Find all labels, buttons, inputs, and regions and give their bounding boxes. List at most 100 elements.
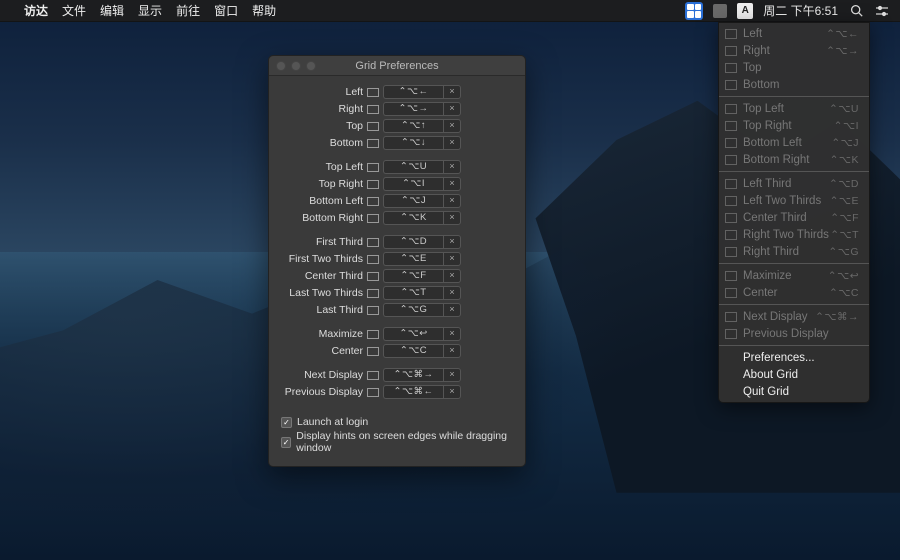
shortcut-input[interactable]: ⌃⌥F: [383, 269, 443, 283]
menu-help[interactable]: 帮助: [252, 2, 276, 19]
dropdown-item-label: Top Left: [743, 103, 829, 115]
dropdown-item-shortcut: ⌃⌥G: [828, 246, 859, 258]
text-input-indicator-icon[interactable]: A: [737, 3, 753, 19]
pref-row-label: Bottom Right: [279, 212, 367, 224]
pref-row-label: Bottom Left: [279, 195, 367, 207]
position-icon: [367, 88, 379, 97]
dropdown-item: Next Display⌃⌥⌘→: [719, 308, 869, 325]
pref-row: Last Third⌃⌥G×: [279, 302, 515, 318]
menu-file[interactable]: 文件: [62, 2, 86, 19]
pref-row: First Two Thirds⌃⌥E×: [279, 251, 515, 267]
pref-checkbox-row[interactable]: ✓Display hints on screen edges while dra…: [281, 430, 525, 454]
position-icon: [367, 371, 379, 380]
dropdown-item-shortcut: ⌃⌥U: [829, 103, 859, 115]
dropdown-item-label: Left: [743, 28, 826, 40]
dropdown-item: Center⌃⌥C: [719, 284, 869, 301]
pref-row: Last Two Thirds ⌃⌥T×: [279, 285, 515, 301]
shortcut-clear-button[interactable]: ×: [443, 303, 461, 317]
checkbox[interactable]: ✓: [281, 417, 292, 428]
pref-row: Bottom⌃⌥↓×: [279, 135, 515, 151]
pref-row-label: Last Two Thirds: [279, 287, 367, 299]
shortcut-input[interactable]: ⌃⌥E: [383, 252, 443, 266]
dropdown-item-shortcut: ⌃⌥E: [830, 195, 859, 207]
dropdown-item[interactable]: Preferences...: [719, 349, 869, 366]
pref-row: Next Display⌃⌥⌘→×: [279, 367, 515, 383]
window-titlebar[interactable]: Grid Preferences: [269, 56, 525, 76]
dropdown-item-label: Next Display: [743, 311, 815, 323]
pref-row-label: First Third: [279, 236, 367, 248]
dropdown-item-label: Left Third: [743, 178, 829, 190]
shortcut-input[interactable]: ⌃⌥K: [383, 211, 443, 225]
pref-row-label: Center: [279, 345, 367, 357]
clock[interactable]: 周二 下午6:51: [763, 2, 838, 19]
dropdown-item-label: Top: [743, 62, 859, 74]
shortcut-input[interactable]: ⌃⌥C: [383, 344, 443, 358]
menu-separator: [719, 345, 869, 346]
shortcut-input[interactable]: ⌃⌥←: [383, 85, 443, 99]
dropdown-item: Maximize⌃⌥↩: [719, 267, 869, 284]
minimize-button[interactable]: [291, 61, 301, 71]
shortcut-input[interactable]: ⌃⌥G: [383, 303, 443, 317]
shortcut-clear-button[interactable]: ×: [443, 136, 461, 150]
control-center-icon[interactable]: [874, 3, 890, 19]
position-icon: [367, 289, 379, 298]
shortcut-clear-button[interactable]: ×: [443, 160, 461, 174]
shortcut-clear-button[interactable]: ×: [443, 119, 461, 133]
menubar: 访达 文件 编辑 显示 前往 窗口 帮助 A 周二 下午6:51: [0, 0, 900, 22]
shortcut-clear-button[interactable]: ×: [443, 368, 461, 382]
shortcut-clear-button[interactable]: ×: [443, 85, 461, 99]
shortcut-input[interactable]: ⌃⌥↑: [383, 119, 443, 133]
position-icon: [725, 104, 737, 114]
dropdown-item-shortcut: ⌃⌥D: [829, 178, 859, 190]
position-icon: [725, 155, 737, 165]
shortcut-input[interactable]: ⌃⌥D: [383, 235, 443, 249]
shortcut-clear-button[interactable]: ×: [443, 211, 461, 225]
shortcut-input[interactable]: ⌃⌥⌘→: [383, 368, 443, 382]
input-source-icon[interactable]: [713, 4, 727, 18]
shortcut-clear-button[interactable]: ×: [443, 344, 461, 358]
position-icon: [367, 105, 379, 114]
dropdown-item[interactable]: Quit Grid: [719, 383, 869, 400]
pref-checkbox-row[interactable]: ✓Launch at login: [281, 416, 525, 428]
shortcut-clear-button[interactable]: ×: [443, 102, 461, 116]
dropdown-item-label: Bottom Left: [743, 137, 831, 149]
menu-edit[interactable]: 编辑: [100, 2, 124, 19]
position-icon: [725, 138, 737, 148]
pref-row: Maximize⌃⌥↩×: [279, 326, 515, 342]
shortcut-input[interactable]: ⌃⌥⌘←: [383, 385, 443, 399]
shortcut-clear-button[interactable]: ×: [443, 385, 461, 399]
menu-view[interactable]: 显示: [138, 2, 162, 19]
shortcut-input[interactable]: ⌃⌥T: [383, 286, 443, 300]
checkbox[interactable]: ✓: [281, 437, 291, 448]
dropdown-item: Bottom Left⌃⌥J: [719, 134, 869, 151]
shortcut-clear-button[interactable]: ×: [443, 269, 461, 283]
shortcut-clear-button[interactable]: ×: [443, 252, 461, 266]
close-button[interactable]: [276, 61, 286, 71]
shortcut-input[interactable]: ⌃⌥I: [383, 177, 443, 191]
shortcut-clear-button[interactable]: ×: [443, 235, 461, 249]
shortcut-input[interactable]: ⌃⌥↩: [383, 327, 443, 341]
dropdown-item-shortcut: ⌃⌥⌘→: [815, 311, 859, 323]
dropdown-item: Previous Display: [719, 325, 869, 342]
pref-row: Previous Display⌃⌥⌘←×: [279, 384, 515, 400]
dropdown-item[interactable]: About Grid: [719, 366, 869, 383]
position-icon: [725, 46, 737, 56]
dropdown-item-label: Right Third: [743, 246, 828, 258]
dropdown-item-label: Right Two Thirds: [743, 229, 830, 241]
shortcut-input[interactable]: ⌃⌥↓: [383, 136, 443, 150]
shortcut-input[interactable]: ⌃⌥J: [383, 194, 443, 208]
shortcut-clear-button[interactable]: ×: [443, 327, 461, 341]
zoom-button[interactable]: [306, 61, 316, 71]
dropdown-item-shortcut: ⌃⌥J: [831, 137, 859, 149]
spotlight-icon[interactable]: [848, 3, 864, 19]
shortcut-clear-button[interactable]: ×: [443, 194, 461, 208]
shortcut-clear-button[interactable]: ×: [443, 286, 461, 300]
shortcut-input[interactable]: ⌃⌥→: [383, 102, 443, 116]
menu-window[interactable]: 窗口: [214, 2, 238, 19]
pref-row: Top Left⌃⌥U×: [279, 159, 515, 175]
menu-go[interactable]: 前往: [176, 2, 200, 19]
grid-app-menubar-icon[interactable]: [685, 2, 703, 20]
shortcut-input[interactable]: ⌃⌥U: [383, 160, 443, 174]
shortcut-clear-button[interactable]: ×: [443, 177, 461, 191]
menu-app[interactable]: 访达: [24, 2, 48, 19]
